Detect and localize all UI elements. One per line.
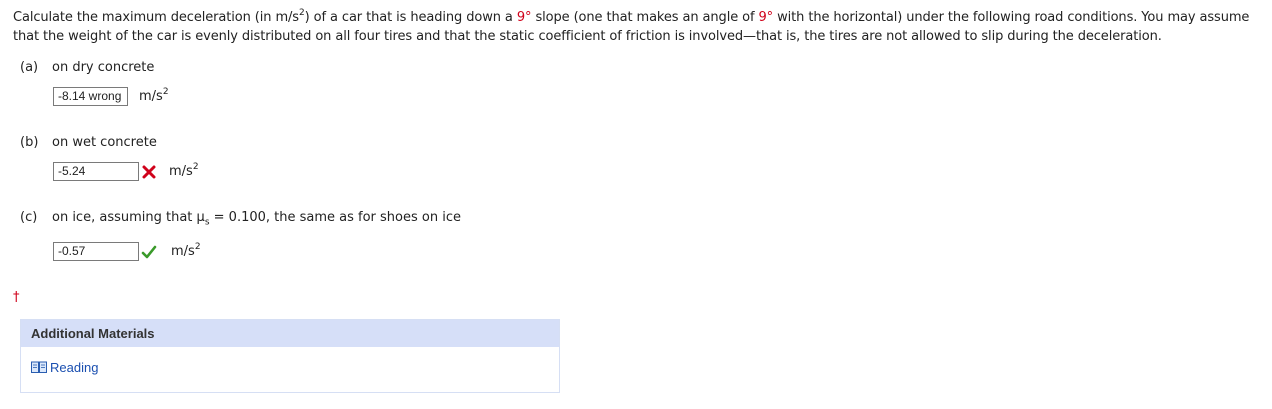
additional-materials-panel: Additional Materials Reading	[20, 319, 560, 393]
question-text-part: slope (one that makes an angle of	[531, 10, 759, 25]
part-a-unit: m/s2	[139, 87, 169, 106]
part-label: on ice, assuming that μ	[52, 210, 205, 225]
question-text-part: Calculate the maximum deceleration (in m…	[13, 10, 299, 25]
unit-text: m/s	[169, 164, 193, 179]
book-icon	[31, 361, 47, 373]
green-check-icon	[141, 245, 157, 259]
reading-link[interactable]: Reading	[31, 360, 98, 375]
part-c-unit: m/s2	[171, 242, 201, 261]
part-label: on wet concrete	[52, 135, 157, 150]
part-a-prompt: (a) on dry concrete	[20, 60, 154, 75]
unit-superscript: 2	[194, 241, 201, 252]
superscript: 2	[298, 7, 305, 18]
dagger-mark: †	[13, 290, 20, 305]
slope-angle-value: 9°	[516, 10, 532, 25]
part-b-unit: m/s2	[169, 162, 199, 181]
part-c-answer-input[interactable]: -0.57	[53, 242, 139, 261]
slope-angle-value: 9°	[758, 10, 774, 25]
part-letter: (b)	[20, 135, 39, 150]
unit-superscript: 2	[162, 86, 169, 97]
unit-superscript: 2	[192, 161, 199, 172]
question-page: Calculate the maximum deceleration (in m…	[0, 0, 1272, 409]
question-text-part: ) of a car that is heading down a	[304, 10, 517, 25]
part-label: on dry concrete	[52, 60, 155, 75]
part-c-prompt: (c) on ice, assuming that μs = 0.100, the…	[20, 210, 461, 228]
part-letter: (c)	[20, 210, 38, 225]
part-a-answer-value: -8.14 wrong	[53, 87, 129, 106]
unit-text: m/s	[139, 89, 163, 104]
part-b-prompt: (b) on wet concrete	[20, 135, 157, 150]
reading-link-label[interactable]: Reading	[50, 360, 98, 375]
unit-text: m/s	[171, 244, 195, 259]
question-text: Calculate the maximum deceleration (in m…	[13, 8, 1263, 46]
part-label: = 0.100, the same as for shoes on ice	[209, 210, 461, 225]
part-letter: (a)	[20, 60, 39, 75]
part-b-answer-input[interactable]: -5.24	[53, 162, 139, 181]
additional-materials-header: Additional Materials	[21, 320, 559, 347]
red-x-icon	[142, 165, 156, 179]
